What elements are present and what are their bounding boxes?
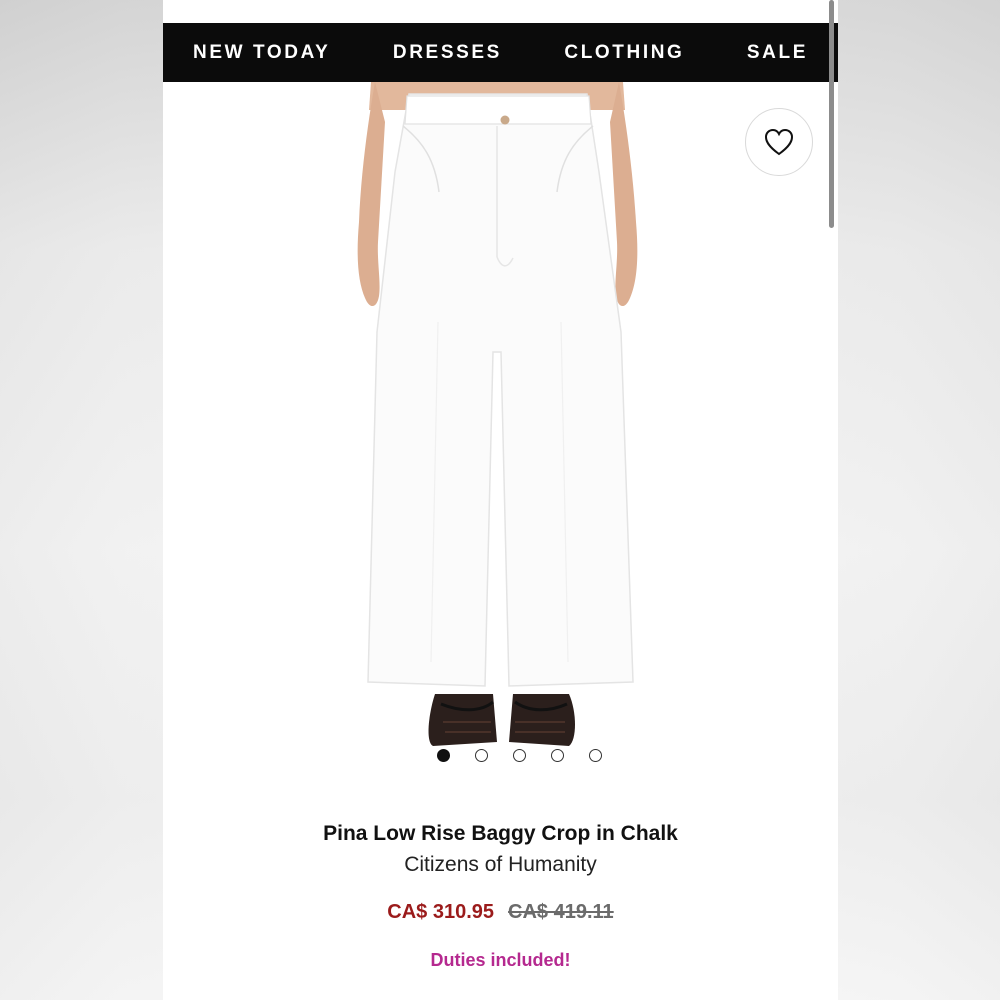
carousel-dot[interactable] xyxy=(513,749,526,762)
scrollbar[interactable] xyxy=(829,0,834,228)
carousel-dot[interactable] xyxy=(551,749,564,762)
product-title: Pina Low Rise Baggy Crop in Chalk xyxy=(323,822,678,845)
sale-price: CA$ 310.95 xyxy=(387,901,495,923)
top-nav: NEW TODAY DRESSES CLOTHING SALE xyxy=(163,23,838,82)
nav-item-clothing[interactable]: CLOTHING xyxy=(564,42,684,64)
wishlist-button[interactable] xyxy=(745,108,813,176)
jeans-photo-illustration xyxy=(357,82,638,746)
original-price: CA$ 419.11 xyxy=(508,901,614,923)
carousel-dot[interactable] xyxy=(437,749,450,762)
product-brand[interactable]: Citizens of Humanity xyxy=(163,853,838,877)
price-row: CA$ 310.95 CA$ 419.11 xyxy=(163,901,838,924)
duties-note: Duties included! xyxy=(430,950,571,970)
nav-item-dresses[interactable]: DRESSES xyxy=(393,42,502,64)
product-image[interactable] xyxy=(163,82,838,772)
product-page: NEW TODAY DRESSES CLOTHING SALE Pina Low… xyxy=(163,0,838,1000)
carousel-dot[interactable] xyxy=(589,749,602,762)
nav-item-sale[interactable]: SALE xyxy=(747,42,808,64)
carousel-dot[interactable] xyxy=(475,749,488,762)
carousel-dots xyxy=(437,749,602,762)
heart-icon xyxy=(764,128,794,156)
nav-item-new-today[interactable]: NEW TODAY xyxy=(193,42,330,64)
